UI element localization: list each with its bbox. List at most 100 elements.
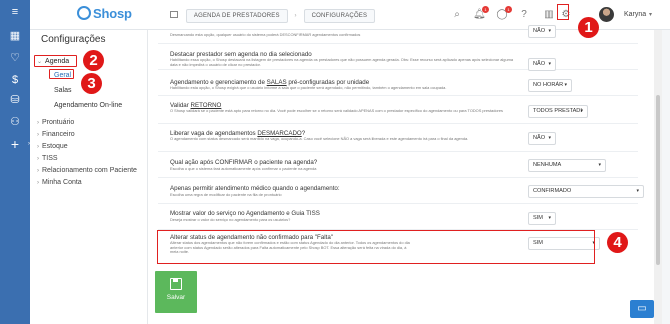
sidebar-item-label: TISS: [42, 155, 58, 162]
add-icon[interactable]: +: [8, 137, 22, 151]
setting-description: Deseja mostrar o valor do serviço no age…: [170, 217, 291, 222]
setting-description: Habilitando esta opção, o Shosp exigirá …: [170, 85, 447, 90]
setting-row: Desmarcando esta opção, qualquer usuário…: [158, 25, 638, 44]
sidebar-item-prontuario[interactable]: › Prontuário: [37, 119, 74, 126]
reports-icon[interactable]: ▥: [543, 9, 555, 21]
setting-description: Habilitando essa opção, o Shosp destacar…: [170, 57, 514, 67]
logo[interactable]: Shosp: [77, 6, 132, 21]
chevron-right-icon: ›: [37, 144, 39, 150]
setting-select[interactable]: NÃO ▾: [528, 132, 556, 145]
setting-select[interactable]: NÃO ▾: [528, 58, 556, 71]
user-name[interactable]: Karyna: [624, 11, 646, 18]
sidebar-title: Configurações: [41, 34, 106, 45]
home-icon[interactable]: [170, 11, 178, 18]
chevron-down-icon: ▾: [548, 215, 551, 221]
settings-panel: Desmarcando esta opção, qualquer usuário…: [148, 25, 654, 324]
select-value: NO HORÁR: [533, 82, 564, 88]
callout-1: 1: [578, 17, 599, 38]
sidebar-item-estoque[interactable]: › Estoque: [37, 143, 68, 150]
save-button[interactable]: Salvar: [155, 271, 197, 313]
breadcrumb: AGENDA DE PRESTADORES › CONFIGURAÇÕES: [170, 9, 376, 23]
money-icon[interactable]: $: [8, 74, 22, 86]
callout-4: 4: [607, 232, 628, 253]
sidebar-item-financeiro[interactable]: › Financeiro: [37, 131, 75, 138]
chevron-down-icon: ▾: [548, 28, 551, 34]
chevron-down-icon: ▾: [564, 82, 567, 88]
search-icon[interactable]: ⌕: [451, 9, 463, 21]
sidebar-item-label: Estoque: [42, 143, 68, 150]
select-value: NÃO: [533, 61, 546, 67]
sidebar-item-label: Minha Conta: [42, 179, 82, 186]
sidebar-item-relacionamento[interactable]: › Relacionamento com Paciente: [37, 167, 137, 174]
top-header: Shosp AGENDA DE PRESTADORES › CONFIGURAÇ…: [30, 0, 670, 30]
breadcrumb-config[interactable]: CONFIGURAÇÕES: [303, 9, 376, 23]
setting-select[interactable]: CONFIRMADO ▾: [528, 185, 644, 198]
setting-row: Qual ação após CONFIRMAR o paciente na a…: [158, 154, 638, 178]
chevron-down-icon: ▾: [598, 162, 601, 168]
avatar[interactable]: [599, 7, 614, 22]
callout-2: 2: [83, 50, 104, 71]
highlight-agenda: [34, 55, 77, 67]
setting-description: Escolha uma regra de modificar do pacien…: [170, 192, 282, 197]
user-menu-chevron-icon[interactable]: ▾: [649, 11, 652, 18]
setting-select[interactable]: TODOS PRESTADI ▾: [528, 105, 588, 118]
setting-row: Liberar vaga de agendamentos DESMARCADO?…: [158, 126, 638, 152]
setting-description: Escolha o que o sistema fará automaticam…: [170, 166, 317, 171]
setting-description: O Shosp validará se o paciente está apto…: [170, 108, 503, 113]
sidebar-item-tiss[interactable]: › TISS: [37, 155, 58, 162]
database-icon[interactable]: ⛁: [8, 94, 22, 106]
logo-mark-icon: [77, 6, 91, 20]
setting-title: Apenas permitir atendimento médico quand…: [170, 185, 340, 192]
chevron-right-icon: ›: [37, 132, 39, 138]
setting-select[interactable]: NÃO ▾: [528, 25, 556, 38]
select-value: TODOS PRESTADI: [533, 108, 582, 114]
scrollbar-thumb[interactable]: [656, 95, 660, 265]
chevron-right-icon: ›: [37, 120, 39, 126]
highlight-geral: [49, 69, 74, 79]
sidebar-item-minha-conta[interactable]: › Minha Conta: [37, 179, 82, 186]
setting-row: Apenas permitir atendimento médico quand…: [158, 180, 644, 204]
app-window: ≡ ▦ ♡ $ ⛁ ⚇ + › Shosp AGENDA DE PRESTADO…: [0, 0, 670, 324]
select-value: NÃO: [533, 135, 546, 141]
setting-row: Validar RETORNO O Shosp validará se o pa…: [158, 98, 638, 124]
select-value: CONFIRMADO: [533, 188, 572, 194]
menu-icon[interactable]: ≡: [8, 6, 22, 18]
setting-description: O agendamento com status desmarcado será…: [170, 136, 469, 141]
select-value: NENHUMA: [533, 162, 562, 168]
sidebar-sub-agendamento-online[interactable]: Agendamento On-line: [54, 102, 122, 109]
setting-description: Desmarcando esta opção, qualquer usuário…: [170, 32, 361, 37]
chevron-down-icon: ▾: [548, 61, 551, 67]
sidebar-item-label: Prontuário: [42, 119, 75, 126]
setting-row: Agendamento e gerenciamento de SALAS pré…: [158, 72, 638, 96]
logo-text: Shosp: [93, 6, 132, 21]
left-rail: ≡ ▦ ♡ $ ⛁ ⚇ + ›: [0, 0, 30, 324]
chat-icon[interactable]: ▭: [630, 300, 654, 318]
breadcrumb-agenda[interactable]: AGENDA DE PRESTADORES: [185, 9, 288, 23]
save-button-label: Salvar: [166, 294, 186, 301]
callout-3: 3: [81, 73, 102, 94]
notification-badge: 1: [482, 6, 489, 13]
calendar-icon[interactable]: ▦: [8, 30, 22, 42]
chevron-right-icon: ›: [37, 180, 39, 186]
chevron-down-icon: ▾: [548, 135, 551, 141]
floppy-disk-icon: [170, 278, 182, 290]
chevron-right-icon: ›: [37, 156, 39, 162]
chevron-down-icon: ▾: [580, 108, 583, 114]
help-icon[interactable]: ?: [518, 9, 530, 21]
sidebar-item-label: Relacionamento com Paciente: [42, 167, 137, 174]
setting-select[interactable]: NENHUMA ▾: [528, 159, 606, 172]
breadcrumb-separator: ›: [294, 13, 297, 19]
highlight-settings-icon: [557, 4, 569, 20]
message-badge: 1: [505, 6, 512, 13]
setting-select[interactable]: NO HORÁR ▾: [528, 79, 572, 92]
setting-row: Mostrar valor do serviço no Agendamento …: [158, 206, 638, 230]
highlight-falta-setting: [157, 230, 595, 264]
chevron-right-icon: ›: [37, 168, 39, 174]
heart-icon[interactable]: ♡: [8, 52, 22, 64]
setting-select[interactable]: SIM ▾: [528, 212, 556, 225]
sidebar-sub-salas[interactable]: Salas: [54, 87, 72, 94]
select-value: SIM: [533, 215, 543, 221]
setting-title: Qual ação após CONFIRMAR o paciente na a…: [170, 159, 318, 166]
users-icon[interactable]: ⚇: [8, 116, 22, 128]
select-value: NÃO: [533, 28, 546, 34]
